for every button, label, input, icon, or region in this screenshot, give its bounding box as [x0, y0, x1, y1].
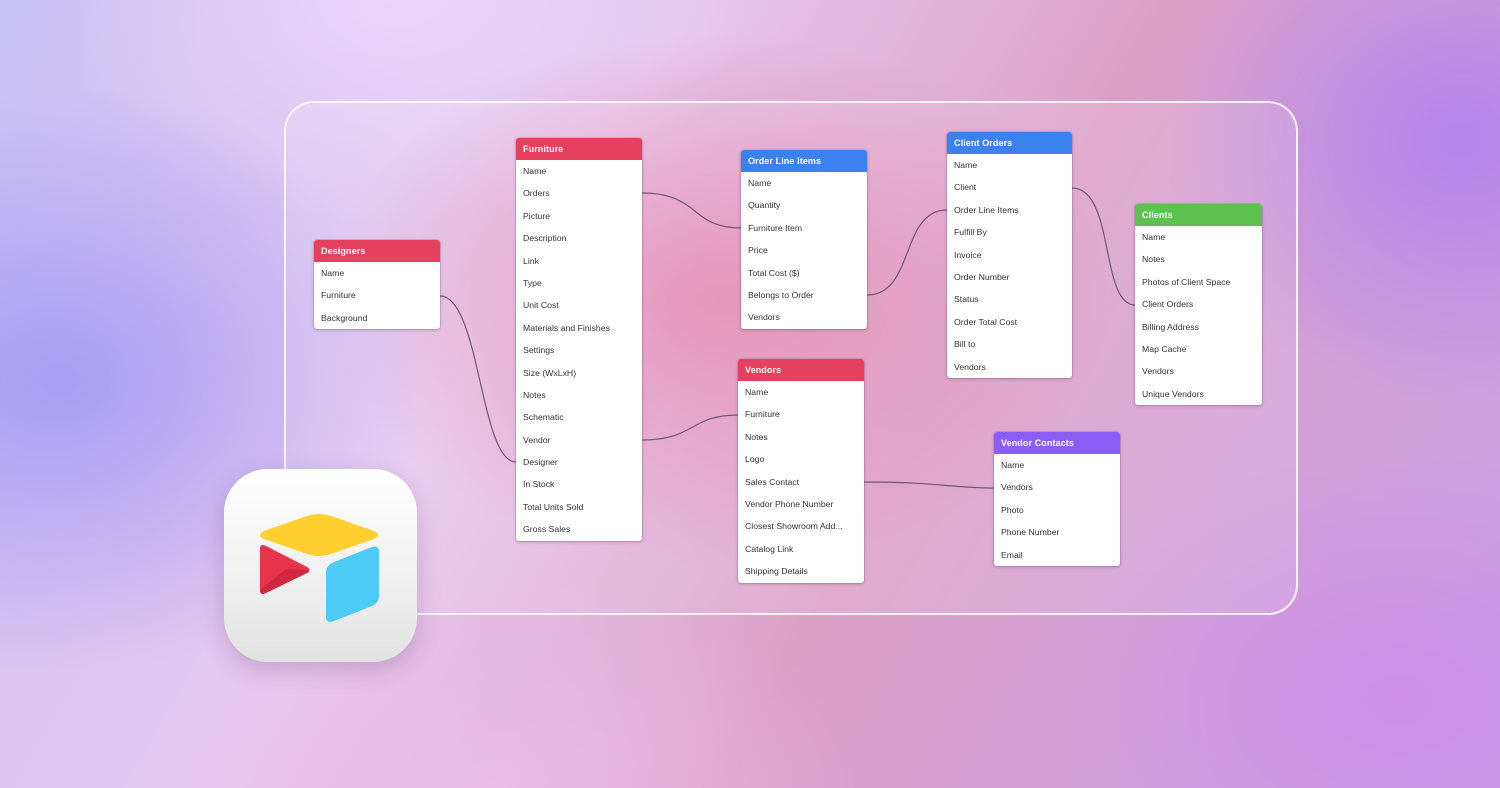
field-row[interactable]: Vendor Phone Number — [738, 493, 864, 515]
field-row[interactable]: Settings — [516, 339, 642, 361]
field-row[interactable]: Name — [741, 172, 867, 194]
airtable-app-icon — [224, 469, 417, 662]
field-row[interactable]: Notes — [738, 426, 864, 448]
table-card-furniture[interactable]: Furniture Name Orders Picture Descriptio… — [516, 138, 642, 541]
table-header-furniture[interactable]: Furniture — [516, 138, 642, 160]
field-row[interactable]: Unit Cost — [516, 294, 642, 316]
field-row[interactable]: Name — [1135, 226, 1262, 248]
table-card-clients[interactable]: Clients Name Notes Photos of Client Spac… — [1135, 204, 1262, 406]
field-row[interactable]: Vendors — [994, 476, 1120, 498]
table-header-client-orders[interactable]: Client Orders — [947, 132, 1072, 154]
field-row[interactable]: Vendors — [947, 356, 1072, 378]
field-row[interactable]: Vendor — [516, 429, 642, 451]
field-row[interactable]: Name — [947, 154, 1072, 176]
field-row[interactable]: Closest Showroom Add... — [738, 515, 864, 537]
field-row[interactable]: Unique Vendors — [1135, 383, 1262, 405]
field-row[interactable]: Size (WxLxH) — [516, 362, 642, 384]
field-row[interactable]: Gross Sales — [516, 518, 642, 540]
field-row[interactable]: Client — [947, 176, 1072, 198]
field-row[interactable]: Designer — [516, 451, 642, 473]
field-row[interactable]: Vendors — [1135, 360, 1262, 382]
field-row[interactable]: Phone Number — [994, 521, 1120, 543]
table-card-vendor-contacts[interactable]: Vendor Contacts Name Vendors Photo Phone… — [994, 432, 1120, 566]
field-row[interactable]: Name — [314, 262, 440, 284]
field-row[interactable]: Status — [947, 288, 1072, 310]
field-row[interactable]: Map Cache — [1135, 338, 1262, 360]
field-row[interactable]: Picture — [516, 205, 642, 227]
field-row[interactable]: Client Orders — [1135, 293, 1262, 315]
table-header-vendors[interactable]: Vendors — [738, 359, 864, 381]
table-card-designers[interactable]: Designers Name Furniture Background — [314, 240, 440, 330]
field-row[interactable]: Furniture — [314, 284, 440, 306]
field-row[interactable]: Name — [738, 381, 864, 403]
table-header-clients[interactable]: Clients — [1135, 204, 1262, 226]
field-row[interactable]: In Stock — [516, 473, 642, 495]
airtable-logo-icon — [260, 514, 379, 622]
field-row[interactable]: Total Cost ($) — [741, 262, 867, 284]
field-row[interactable]: Order Line Items — [947, 199, 1072, 221]
field-row[interactable]: Invoice — [947, 244, 1072, 266]
field-row[interactable]: Name — [516, 160, 642, 182]
field-row[interactable]: Notes — [1135, 248, 1262, 270]
field-row[interactable]: Materials and Finishes — [516, 317, 642, 339]
field-row[interactable]: Billing Address — [1135, 316, 1262, 338]
field-row[interactable]: Furniture Item — [741, 217, 867, 239]
field-row[interactable]: Belongs to Order — [741, 284, 867, 306]
field-row[interactable]: Total Units Sold — [516, 496, 642, 518]
table-header-vendor-contacts[interactable]: Vendor Contacts — [994, 432, 1120, 454]
field-row[interactable]: Photo — [994, 499, 1120, 521]
field-row[interactable]: Description — [516, 227, 642, 249]
field-row[interactable]: Shipping Details — [738, 560, 864, 582]
field-row[interactable]: Logo — [738, 448, 864, 470]
field-row[interactable]: Vendors — [741, 306, 867, 328]
field-row[interactable]: Orders — [516, 182, 642, 204]
table-header-designers[interactable]: Designers — [314, 240, 440, 262]
field-row[interactable]: Sales Contact — [738, 471, 864, 493]
field-row[interactable]: Background — [314, 307, 440, 329]
field-row[interactable]: Schematic — [516, 406, 642, 428]
field-row[interactable]: Price — [741, 239, 867, 261]
field-row[interactable]: Catalog Link — [738, 538, 864, 560]
table-header-order-line-items[interactable]: Order Line Items — [741, 150, 867, 172]
field-row[interactable]: Type — [516, 272, 642, 294]
field-row[interactable]: Order Number — [947, 266, 1072, 288]
field-row[interactable]: Name — [994, 454, 1120, 476]
table-card-vendors[interactable]: Vendors Name Furniture Notes Logo Sales … — [738, 359, 864, 583]
field-row[interactable]: Photos of Client Space — [1135, 271, 1262, 293]
field-row[interactable]: Email — [994, 544, 1120, 566]
field-row[interactable]: Order Total Cost — [947, 311, 1072, 333]
field-row[interactable]: Fulfill By — [947, 221, 1072, 243]
field-row[interactable]: Notes — [516, 384, 642, 406]
field-row[interactable]: Quantity — [741, 194, 867, 216]
field-row[interactable]: Furniture — [738, 403, 864, 425]
table-card-order-line-items[interactable]: Order Line Items Name Quantity Furniture… — [741, 150, 867, 329]
field-row[interactable]: Link — [516, 250, 642, 272]
table-card-client-orders[interactable]: Client Orders Name Client Order Line Ite… — [947, 132, 1072, 378]
field-row[interactable]: Bill to — [947, 333, 1072, 355]
